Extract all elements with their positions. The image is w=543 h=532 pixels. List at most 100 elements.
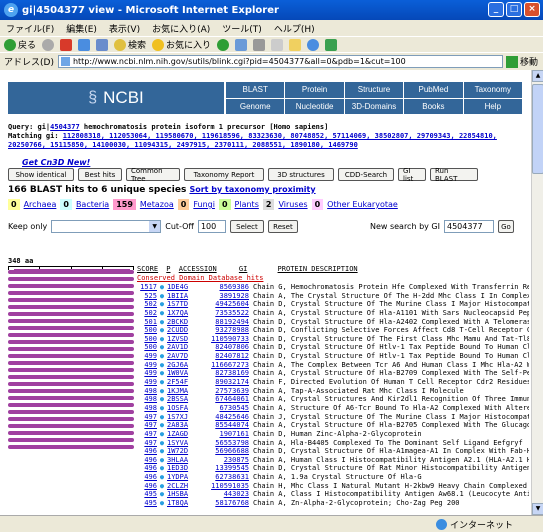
gi-link[interactable]: 3891928	[209, 292, 249, 301]
scroll-up-icon[interactable]: ▲	[532, 70, 543, 82]
gi-link[interactable]: 48425646	[209, 413, 249, 422]
score-link[interactable]: 1517	[137, 283, 157, 292]
minimize-button[interactable]: _	[488, 2, 504, 17]
gi-list-button[interactable]: GI list	[398, 167, 426, 183]
nav-nucleotide[interactable]: Nucleotide	[285, 98, 344, 114]
vertical-scrollbar[interactable]: ▲ ▼	[531, 70, 543, 515]
best-hits-button[interactable]: Best hits	[78, 168, 122, 181]
accession-link[interactable]: 1S7TD	[167, 300, 209, 309]
menu-file[interactable]: ファイル(F)	[6, 22, 54, 35]
menu-edit[interactable]: 編集(E)	[66, 22, 97, 35]
get-cn3d-link[interactable]: Get Cn3D New!	[22, 158, 90, 167]
score-link[interactable]: 498	[137, 404, 157, 413]
gi-link[interactable]: 27573639	[209, 387, 249, 396]
score-link[interactable]: 496	[137, 464, 157, 473]
common-tree-button[interactable]: Common Tree	[126, 167, 180, 183]
score-link[interactable]: 502	[137, 300, 157, 309]
accession-link[interactable]: 1ED3D	[167, 464, 209, 473]
nav-books[interactable]: Books	[404, 98, 463, 114]
score-link[interactable]: 525	[137, 292, 157, 301]
edit-button[interactable]	[271, 38, 284, 51]
tax-link-bacteria[interactable]: Bacteria	[76, 200, 109, 209]
reset-button[interactable]: Reset	[267, 220, 298, 233]
accession-link[interactable]: 3HLAA	[167, 456, 209, 465]
score-link[interactable]: 497	[137, 413, 157, 422]
score-link[interactable]: 499	[137, 369, 157, 378]
score-link[interactable]: 497	[137, 439, 157, 448]
messenger-button[interactable]	[307, 38, 320, 51]
sort-taxonomy-link[interactable]: Sort by taxonomy proximity	[189, 185, 315, 194]
accession-link[interactable]: 2CLZH	[167, 482, 209, 491]
score-link[interactable]: 499	[137, 378, 157, 387]
gi-link[interactable]: 8569386	[209, 283, 249, 292]
accession-link[interactable]: 2A83A	[167, 421, 209, 430]
gi-link[interactable]: 49425604	[209, 300, 249, 309]
gi-link[interactable]: 89032174	[209, 378, 249, 387]
tax-link-viruses[interactable]: Viruses	[278, 200, 307, 209]
gi-link[interactable]: 443023	[209, 490, 249, 499]
nav-blast[interactable]: BLAST	[226, 82, 285, 98]
gi-link[interactable]: 6730545	[209, 404, 249, 413]
accession-link[interactable]: 1T8QA	[167, 499, 209, 508]
back-button[interactable]: 戻る	[4, 38, 36, 51]
nav-protein[interactable]: Protein	[285, 82, 344, 98]
tax-link-archaea[interactable]: Archaea	[24, 200, 57, 209]
nav-genome[interactable]: Genome	[226, 98, 285, 114]
accession-link[interactable]: 1SYVA	[167, 439, 209, 448]
accession-link[interactable]: 1DE4G	[167, 283, 209, 292]
score-link[interactable]: 499	[137, 361, 157, 370]
nav-structure[interactable]: Structure	[344, 82, 404, 98]
accession-link[interactable]: 2AV7D	[167, 352, 209, 361]
close-button[interactable]: ×	[524, 2, 540, 17]
forward-button[interactable]	[42, 38, 55, 51]
score-link[interactable]: 500	[137, 326, 157, 335]
query-gi-link[interactable]: 4504377	[50, 123, 80, 131]
home-button[interactable]	[96, 38, 109, 51]
gi-link[interactable]: 67464061	[209, 395, 249, 404]
gi-link[interactable]: 82738169	[209, 369, 249, 378]
gi-link[interactable]: 13399545	[209, 464, 249, 473]
score-link[interactable]: 497	[137, 421, 157, 430]
show-identical-button[interactable]: Show identical	[8, 168, 74, 181]
accession-link[interactable]: 1BIIA	[167, 292, 209, 301]
mail-button[interactable]	[235, 38, 248, 51]
tax-link-fungi[interactable]: Fungi	[193, 200, 215, 209]
score-link[interactable]: 498	[137, 387, 157, 396]
gi-link[interactable]: 93278988	[209, 326, 249, 335]
gi-link[interactable]: 110590733	[209, 335, 249, 344]
menu-help[interactable]: ヘルプ(H)	[274, 22, 315, 35]
nav-help[interactable]: Help	[463, 98, 522, 114]
stop-button[interactable]	[60, 38, 73, 51]
gi-link[interactable]: 116667273	[209, 361, 249, 370]
scroll-thumb[interactable]	[532, 84, 543, 174]
accession-link[interactable]: 1X7QA	[167, 309, 209, 318]
tax-link-plants[interactable]: Plants	[235, 200, 259, 209]
tax-link-metazoa[interactable]: Metazoa	[140, 200, 174, 209]
matching-gi-links[interactable]: 112808318, 112053064, 119580670, 1196185…	[8, 132, 497, 149]
run-blast-button[interactable]: Run BLAST	[430, 167, 478, 183]
gi-link[interactable]: 1907161	[209, 430, 249, 439]
accession-link[interactable]: 2F54F	[167, 378, 209, 387]
accession-link[interactable]: 1YDPA	[167, 473, 209, 482]
menu-view[interactable]: 表示(V)	[109, 22, 140, 35]
score-link[interactable]: 499	[137, 352, 157, 361]
tax-link-other-eukaryotae[interactable]: Other Eukaryotae	[327, 200, 398, 209]
accession-link[interactable]: 1W72D	[167, 447, 209, 456]
ncbi-logo[interactable]: § NCBI	[8, 82, 226, 114]
gi-link[interactable]: 62738631	[209, 473, 249, 482]
gi-link[interactable]: 56966688	[209, 447, 249, 456]
cdd-hits-link[interactable]: Conserved Domain Database hits	[137, 274, 263, 282]
score-link[interactable]: 496	[137, 456, 157, 465]
gi-link[interactable]: 58176768	[209, 499, 249, 508]
nav-pubmed[interactable]: PubMed	[404, 82, 463, 98]
cutoff-input[interactable]: 100	[197, 220, 226, 233]
gi-link[interactable]: 110591035	[209, 482, 249, 491]
maximize-button[interactable]: □	[506, 2, 522, 17]
gi-link[interactable]: 82407812	[209, 352, 249, 361]
score-link[interactable]: 495	[137, 490, 157, 499]
select-button[interactable]: Select	[229, 220, 264, 233]
nav-taxonomy[interactable]: Taxonomy	[463, 82, 522, 98]
gi-link[interactable]: 56553798	[209, 439, 249, 448]
accession-link[interactable]: 1W0VA	[167, 369, 209, 378]
accession-link[interactable]: 1ZAGD	[167, 430, 209, 439]
